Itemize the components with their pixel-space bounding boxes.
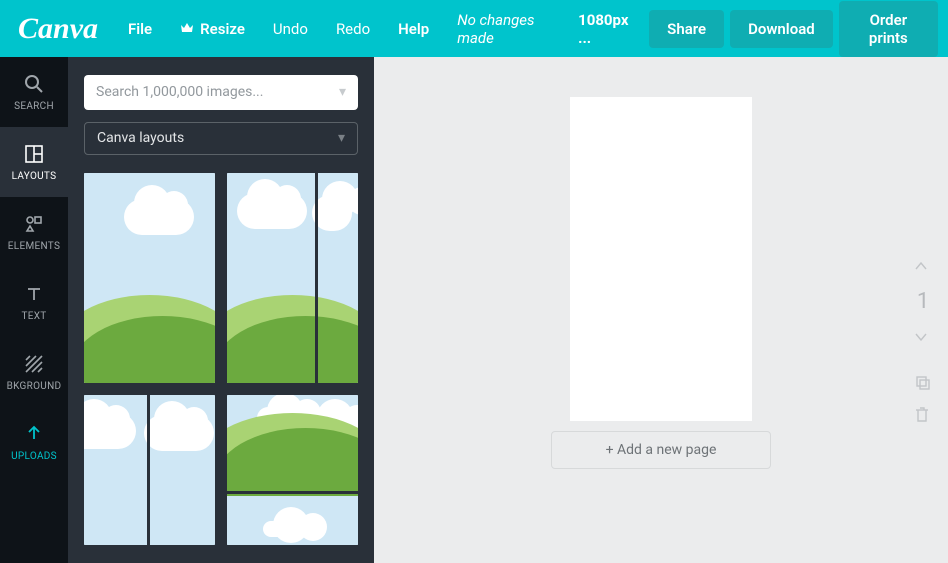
crown-icon: [180, 20, 194, 38]
page-controls: 1: [914, 257, 932, 424]
rail-text-label: TEXT: [21, 311, 46, 322]
rail-elements[interactable]: ELEMENTS: [0, 197, 68, 267]
status-text: No changes made: [441, 11, 566, 47]
layout-template[interactable]: [84, 395, 215, 545]
app-body: SEARCH LAYOUTS ELEMENTS TEXT BKGROUND: [0, 57, 948, 563]
text-icon: [23, 283, 45, 305]
chevron-down-icon: ▾: [339, 84, 346, 100]
rail-elements-label: ELEMENTS: [8, 241, 60, 252]
layout-template[interactable]: [84, 173, 215, 383]
copy-page-icon[interactable]: [914, 374, 932, 392]
menu-redo[interactable]: Redo: [324, 12, 382, 46]
layout-template[interactable]: [227, 173, 358, 383]
rail-uploads[interactable]: UPLOADS: [0, 407, 68, 477]
search-icon: [23, 73, 45, 95]
layouts-dropdown-label: Canva layouts: [97, 130, 184, 146]
rail-bkground[interactable]: BKGROUND: [0, 337, 68, 407]
search-input[interactable]: Search 1,000,000 images... ▾: [84, 75, 358, 110]
share-button[interactable]: Share: [649, 10, 724, 48]
menu-resize-label: Resize: [200, 20, 245, 38]
delete-page-icon[interactable]: [914, 406, 932, 424]
upload-icon: [23, 423, 45, 445]
menu-help[interactable]: Help: [386, 12, 441, 46]
layouts-grid: [84, 173, 358, 545]
rail-text[interactable]: TEXT: [0, 267, 68, 337]
dimensions-label[interactable]: 1080px ...: [566, 11, 643, 47]
search-placeholder: Search 1,000,000 images...: [96, 84, 263, 100]
canvas-column: + Add a new page: [551, 97, 771, 469]
rail-bkground-label: BKGROUND: [7, 381, 62, 392]
left-rail: SEARCH LAYOUTS ELEMENTS TEXT BKGROUND: [0, 57, 68, 563]
canvas-area[interactable]: + Add a new page 1: [374, 57, 948, 563]
bkground-icon: [23, 353, 45, 375]
menu-undo[interactable]: Undo: [261, 12, 320, 46]
move-up-icon[interactable]: [914, 257, 932, 275]
rail-layouts[interactable]: LAYOUTS: [0, 127, 68, 197]
download-button[interactable]: Download: [730, 10, 833, 48]
topbar: Canva File Resize Undo Redo Help No chan…: [0, 0, 948, 57]
side-panel: Search 1,000,000 images... ▾ Canva layou…: [68, 57, 374, 563]
menu-file[interactable]: File: [116, 12, 164, 46]
canvas-page[interactable]: [570, 97, 752, 421]
layouts-icon: [23, 143, 45, 165]
chevron-down-icon: ▾: [338, 130, 345, 146]
rail-search-label: SEARCH: [14, 101, 54, 112]
add-page-button[interactable]: + Add a new page: [551, 431, 771, 469]
rail-search[interactable]: SEARCH: [0, 57, 68, 127]
rail-uploads-label: UPLOADS: [11, 451, 57, 462]
move-down-icon[interactable]: [914, 328, 932, 346]
menu-resize[interactable]: Resize: [168, 12, 257, 46]
layout-template[interactable]: [227, 395, 358, 545]
layouts-dropdown[interactable]: Canva layouts ▾: [84, 122, 358, 155]
elements-icon: [23, 213, 45, 235]
menu-group: File Resize Undo Redo Help: [116, 12, 441, 46]
page-number: 1: [917, 289, 929, 314]
order-prints-button[interactable]: Order prints: [839, 1, 938, 57]
rail-layouts-label: LAYOUTS: [12, 171, 57, 182]
brand-logo[interactable]: Canva: [10, 12, 116, 46]
